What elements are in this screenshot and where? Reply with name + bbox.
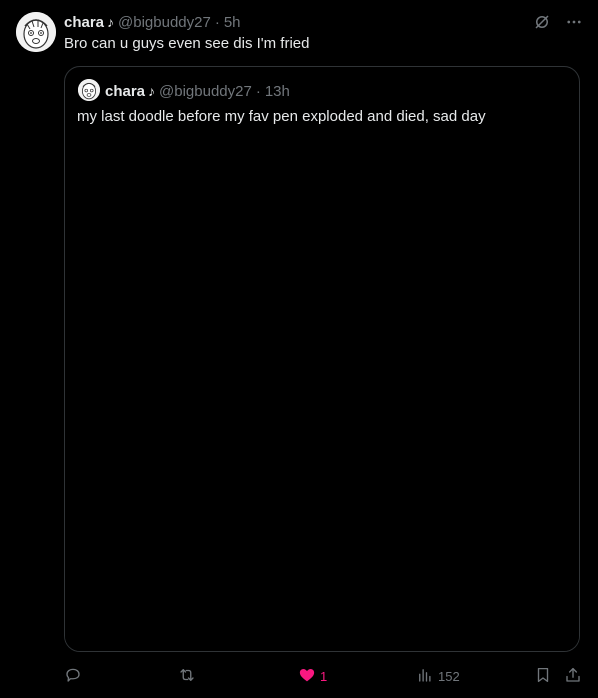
views-count: 152 <box>438 668 460 684</box>
music-note-glyph: ♪ <box>107 14 115 30</box>
heart-filled-icon <box>298 666 316 687</box>
quoted-author-name: chara <box>105 82 146 100</box>
reply-button[interactable] <box>64 664 82 688</box>
more-options-icon[interactable] <box>564 12 584 32</box>
like-count: 1 <box>320 668 328 684</box>
quoted-post-text: my last doodle before my fav pen explode… <box>77 108 486 125</box>
repost-icon <box>178 666 196 687</box>
post-time[interactable]: 5h <box>224 14 241 31</box>
quoted-post-media[interactable] <box>65 135 579 651</box>
quoted-post-time: 13h <box>264 82 290 100</box>
views-button[interactable]: 152 <box>416 664 460 688</box>
repost-button[interactable] <box>178 664 196 688</box>
like-button[interactable]: 1 <box>298 664 327 688</box>
author-avatar[interactable] <box>16 12 56 52</box>
author-handle[interactable]: @bigbuddy27 <box>118 14 211 31</box>
bookmark-icon <box>534 666 552 687</box>
quoted-author-avatar <box>78 79 100 101</box>
quoted-separator: · <box>255 82 261 100</box>
bookmark-button[interactable] <box>534 664 552 688</box>
quoted-post[interactable]: chara ♪ @bigbuddy27 · 13h my last doodle… <box>64 66 580 652</box>
grok-icon[interactable] <box>532 12 552 32</box>
separator: · <box>214 13 220 31</box>
quoted-music-note-glyph: ♪ <box>148 83 156 99</box>
quoted-post-header: chara ♪ @bigbuddy27 · 13h <box>105 81 290 101</box>
views-icon <box>416 666 434 687</box>
author-name[interactable]: chara <box>64 14 104 31</box>
action-bar: 1 152 <box>64 664 584 688</box>
post-top-icons <box>532 12 584 32</box>
reply-icon <box>64 666 82 687</box>
post-header: chara ♪ @bigbuddy27 · 5h <box>64 12 241 32</box>
share-button[interactable] <box>564 664 582 688</box>
post[interactable]: chara ♪ @bigbuddy27 · 5h Bro can u guys … <box>0 0 598 698</box>
post-text: Bro can u guys even see dis I'm fried <box>64 35 310 52</box>
share-icon <box>564 666 582 687</box>
quoted-author-handle: @bigbuddy27 <box>159 82 252 100</box>
